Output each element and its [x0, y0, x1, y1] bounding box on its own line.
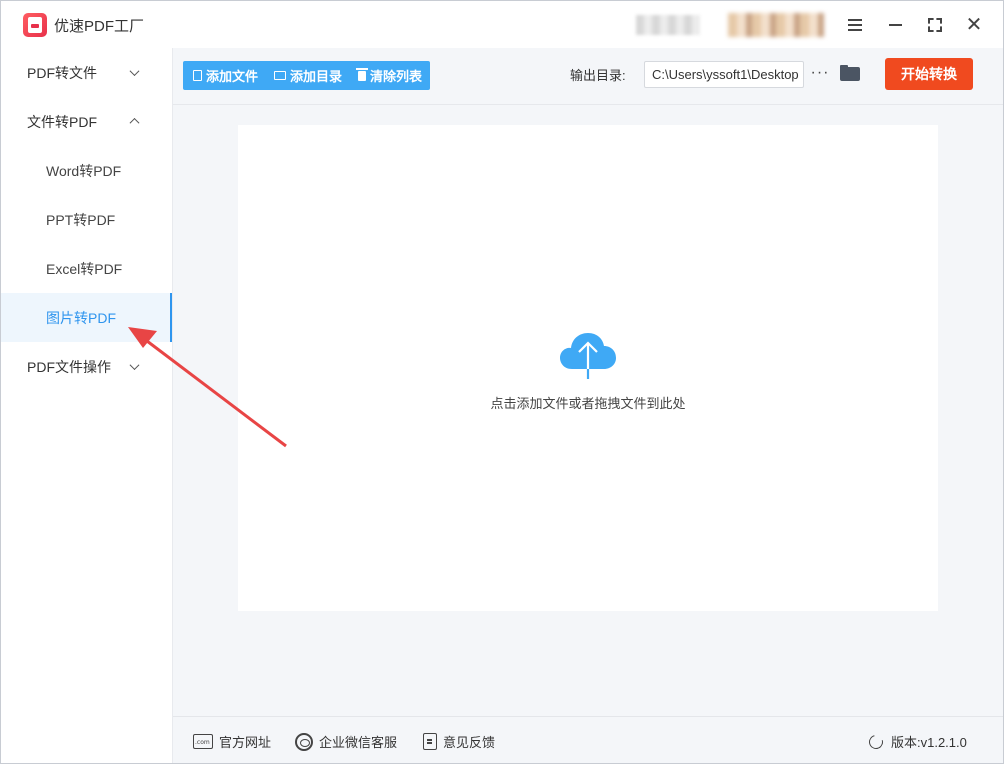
- add-file-label: 添加文件: [206, 69, 259, 84]
- file-icon: [193, 70, 202, 81]
- feedback-label: 意见反馈: [443, 735, 496, 750]
- file-drop-zone[interactable]: 点击添加文件或者拖拽文件到此处: [238, 125, 938, 611]
- refresh-icon: [866, 731, 886, 752]
- website-icon: [193, 734, 213, 749]
- chevron-down-icon: [127, 65, 141, 79]
- chevron-up-icon: [127, 114, 141, 128]
- sidebar-item-label: 文件转PDF: [27, 113, 97, 130]
- sidebar: PDF转文件 文件转PDF Word转PDF PPT转PDF Excel转PDF…: [1, 48, 173, 763]
- sidebar-item-excel-to-pdf[interactable]: Excel转PDF: [1, 244, 172, 293]
- close-icon[interactable]: ✕: [962, 13, 986, 37]
- status-bar: 官方网址 企业微信客服 意见反馈 版本:v1.2.1.0: [173, 716, 1003, 763]
- version-label: 版本:v1.2.1.0: [891, 735, 967, 750]
- sidebar-item-label: PDF转文件: [27, 64, 97, 81]
- maximize-icon[interactable]: [923, 13, 947, 37]
- sidebar-item-label: Word转PDF: [46, 162, 122, 179]
- website-link[interactable]: 官方网址: [193, 732, 271, 751]
- app-window: 优速PDF工厂 ✕ PDF转文件 文件转PDF Word转PDF PPT转PDF…: [0, 0, 1004, 764]
- add-directory-label: 添加目录: [290, 69, 343, 84]
- feedback-link[interactable]: 意见反馈: [423, 732, 495, 751]
- blurred-username: [636, 15, 700, 35]
- trash-icon: [356, 67, 369, 81]
- sidebar-item-label: 图片转PDF: [46, 309, 116, 326]
- start-convert-button[interactable]: 开始转换: [885, 58, 973, 90]
- sidebar-item-image-to-pdf[interactable]: 图片转PDF: [1, 293, 172, 342]
- add-file-button[interactable]: 添加文件: [193, 66, 258, 85]
- feedback-icon: [423, 733, 437, 750]
- drop-zone-hint: 点击添加文件或者拖拽文件到此处: [490, 396, 686, 411]
- sidebar-item-file-to-pdf[interactable]: 文件转PDF: [1, 97, 172, 146]
- sidebar-item-ppt-to-pdf[interactable]: PPT转PDF: [1, 195, 172, 244]
- clear-list-label: 清除列表: [370, 69, 423, 84]
- sidebar-item-word-to-pdf[interactable]: Word转PDF: [1, 146, 172, 195]
- folder-icon: [274, 71, 287, 80]
- title-bar: 优速PDF工厂 ✕: [1, 1, 1003, 48]
- sidebar-item-label: Excel转PDF: [46, 260, 123, 277]
- wechat-icon: [295, 732, 313, 751]
- sidebar-item-label: PDF文件操作: [27, 358, 111, 375]
- blurred-avatar: [728, 13, 824, 37]
- version-info[interactable]: 版本:v1.2.1.0: [866, 731, 967, 752]
- minimize-icon[interactable]: [883, 13, 907, 37]
- main-panel: 添加文件 添加目录 清除列表 输出目录: C:\Users\yssoft1\De…: [173, 48, 1003, 763]
- chevron-down-icon: [127, 359, 141, 373]
- sidebar-item-pdf-to-file[interactable]: PDF转文件: [1, 48, 172, 97]
- website-label: 官方网址: [219, 735, 272, 750]
- wechat-support-label: 企业微信客服: [319, 735, 398, 750]
- sidebar-item-label: PPT转PDF: [46, 211, 116, 228]
- more-options-icon[interactable]: ···: [811, 64, 829, 82]
- output-directory-field[interactable]: C:\Users\yssoft1\Desktop: [644, 61, 804, 88]
- wechat-support-link[interactable]: 企业微信客服: [295, 732, 397, 751]
- app-title: 优速PDF工厂: [54, 18, 145, 35]
- add-directory-button[interactable]: 添加目录: [274, 66, 342, 85]
- clear-list-button[interactable]: 清除列表: [356, 66, 423, 85]
- sidebar-item-pdf-operations[interactable]: PDF文件操作: [1, 342, 172, 391]
- folder-icon[interactable]: [840, 65, 860, 81]
- toolbar: 添加文件 添加目录 清除列表 输出目录: C:\Users\yssoft1\De…: [173, 48, 1003, 105]
- app-logo-icon: [23, 13, 47, 37]
- file-button-group: 添加文件 添加目录 清除列表: [183, 61, 431, 90]
- output-directory-label: 输出目录:: [570, 68, 626, 83]
- cloud-upload-icon: [560, 333, 616, 379]
- menu-icon[interactable]: [843, 13, 867, 37]
